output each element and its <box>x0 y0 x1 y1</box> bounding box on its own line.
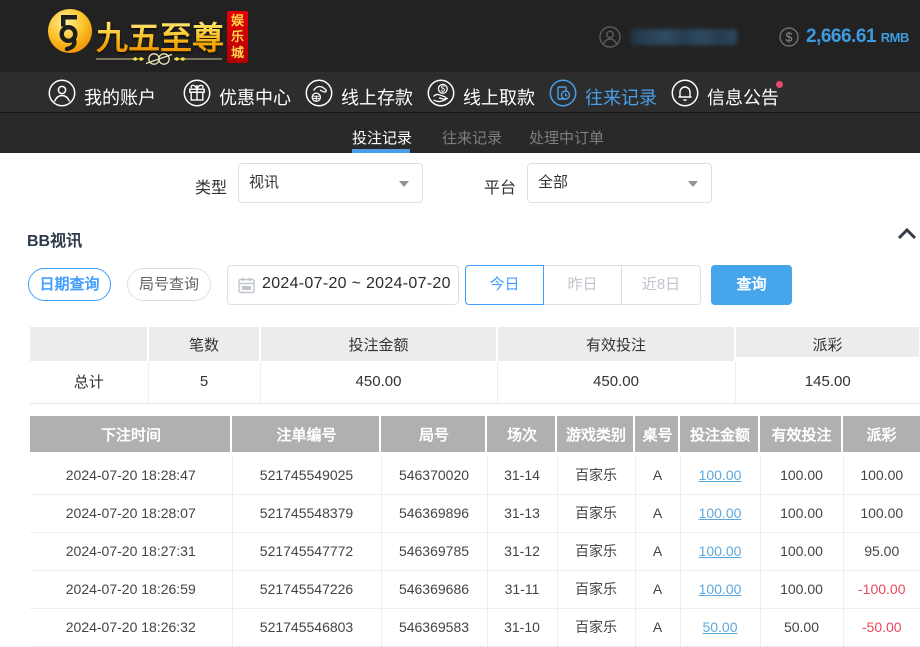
svg-text:$: $ <box>786 31 793 45</box>
svg-text:$: $ <box>441 85 446 94</box>
